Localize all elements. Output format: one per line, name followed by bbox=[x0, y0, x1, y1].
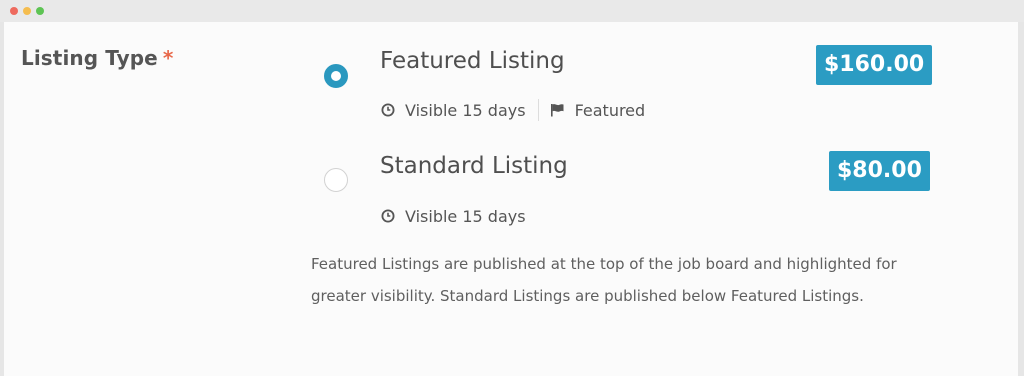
featured-listing-meta: Visible 15 days Featured bbox=[380, 99, 646, 121]
featured-listing-duration: Visible 15 days bbox=[405, 100, 526, 120]
browser-window: Listing Type * Featured Listing $160.00 V… bbox=[0, 0, 1024, 376]
window-titlebar bbox=[0, 0, 1024, 22]
clock-icon bbox=[380, 208, 396, 224]
featured-listing-radio[interactable] bbox=[324, 64, 348, 88]
standard-listing-price-badge: $80.00 bbox=[829, 151, 930, 191]
listing-type-label-text: Listing Type bbox=[21, 46, 158, 70]
window-close-button[interactable] bbox=[10, 7, 18, 15]
featured-listing-title[interactable]: Featured Listing bbox=[380, 48, 565, 74]
standard-listing-meta: Visible 15 days bbox=[380, 206, 526, 226]
listing-type-description: Featured Listings are published at the t… bbox=[311, 255, 897, 305]
window-minimize-button[interactable] bbox=[23, 7, 31, 15]
flag-icon bbox=[550, 102, 566, 118]
listing-type-form: Listing Type * Featured Listing $160.00 V… bbox=[4, 22, 1018, 376]
standard-listing-radio[interactable] bbox=[324, 168, 348, 192]
listing-type-label: Listing Type * bbox=[21, 46, 173, 70]
standard-listing-duration: Visible 15 days bbox=[405, 206, 526, 226]
clock-icon bbox=[380, 102, 396, 118]
featured-listing-price-badge: $160.00 bbox=[816, 45, 933, 85]
window-zoom-button[interactable] bbox=[36, 7, 44, 15]
standard-listing-title[interactable]: Standard Listing bbox=[380, 153, 568, 179]
featured-listing-badge-text: Featured bbox=[574, 100, 646, 120]
required-marker: * bbox=[162, 46, 174, 70]
meta-divider bbox=[537, 99, 539, 121]
